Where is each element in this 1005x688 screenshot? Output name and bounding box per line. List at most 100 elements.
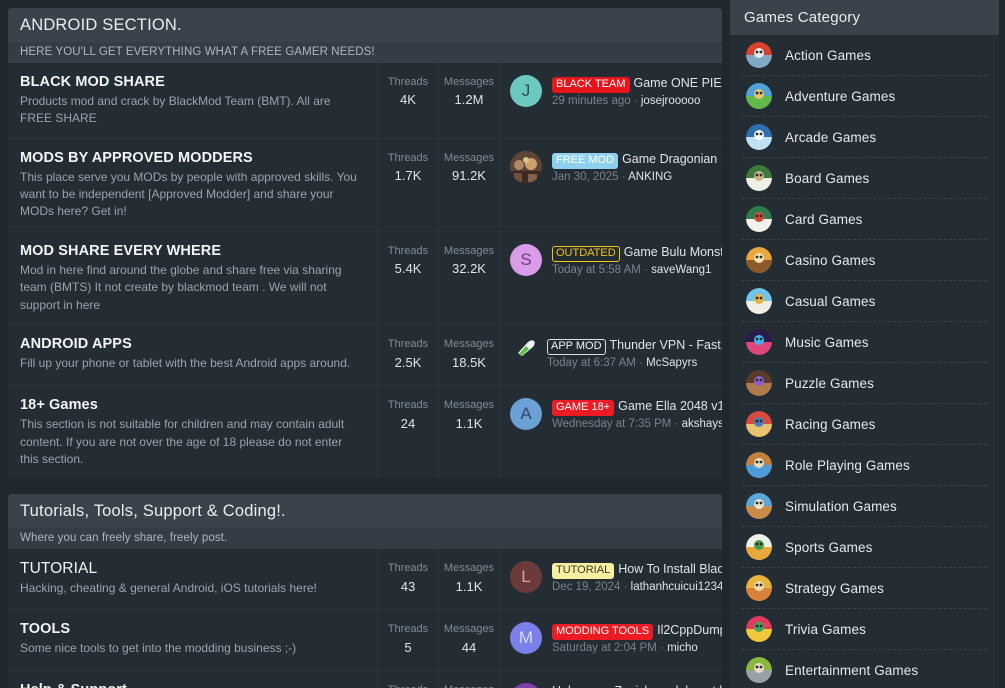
post-author-link[interactable]: micho [667, 642, 698, 654]
threads-label: Threads [387, 399, 429, 412]
threads-stat: Threads322 [378, 671, 439, 688]
messages-stat: Messages1.1K [439, 671, 500, 688]
thread-title-link[interactable]: How To Install Black R… [618, 562, 722, 576]
forum-title-link[interactable]: 18+ Games [20, 396, 361, 414]
meta-separator: · [620, 581, 631, 594]
avatar[interactable]: K [510, 683, 542, 688]
latest-post-title-line: OUTDATED Game Bulu Monster v… [552, 243, 722, 262]
role-playing-games-icon [746, 452, 772, 478]
post-author-link[interactable]: akshayssjba [682, 418, 722, 430]
sidebar-item-music-games[interactable]: Music Games [742, 322, 987, 363]
sidebar-item-card-games[interactable]: Card Games [742, 199, 987, 240]
sidebar-item-entertainment-games[interactable]: Entertainment Games [742, 650, 987, 688]
forum-title-link[interactable]: ANDROID APPS [20, 335, 361, 353]
adventure-games-icon-art [746, 83, 772, 109]
thread-title-link[interactable]: Game Bulu Monster v… [624, 245, 722, 259]
thread-title-link[interactable]: Thunder VPN - Fast, Sa… [610, 338, 722, 352]
thread-title-link[interactable]: Game Dragonian : Ho… [622, 152, 722, 166]
thread-title-link[interactable]: Il2CppDumper … [657, 623, 722, 637]
thread-prefix-badge[interactable]: GAME 18+ [552, 400, 615, 417]
post-author-link[interactable]: lathanhcuicui1234567 [631, 581, 722, 593]
sidebar-item-action-games[interactable]: Action Games [742, 35, 987, 76]
music-games-icon [746, 329, 772, 355]
forum-section: ANDROID SECTION. HERE YOU'LL GET EVERYTHI… [8, 8, 723, 479]
forum-title-link[interactable]: BLACK MOD SHARE [20, 73, 361, 91]
threads-label: Threads [378, 682, 438, 688]
sidebar-item-label: Music Games [785, 334, 869, 350]
messages-stat: Messages 1.2M [439, 62, 500, 138]
music-games-icon-art [746, 329, 772, 355]
sidebar-item-arcade-games[interactable]: Arcade Games [742, 117, 987, 158]
sidebar-item-label: Adventure Games [785, 88, 896, 104]
thread-prefix-badge[interactable]: APP MOD [547, 339, 606, 356]
latest-post: LTUTORIALHow To Install Black R…Dec 19, … [500, 549, 722, 609]
threads-stat: Threads 2.5K [378, 325, 439, 386]
avatar[interactable]: M [510, 622, 542, 655]
sidebar-item-casino-games[interactable]: Casino Games [742, 240, 987, 281]
sidebar-item-label: Action Games [785, 47, 871, 63]
avatar[interactable] [515, 337, 537, 359]
post-time[interactable]: Wednesday at 7:35 PM [552, 418, 671, 430]
forum-title-link[interactable]: Help & Support [20, 681, 361, 688]
threads-label: Threads [387, 151, 429, 164]
forum-title-link[interactable]: MOD SHARE EVERY WHERE [20, 242, 361, 260]
thread-prefix-badge[interactable]: BLACK TEAM [552, 76, 630, 93]
sidebar-item-strategy-games[interactable]: Strategy Games [742, 568, 987, 609]
post-author-link[interactable]: ANKING [628, 171, 672, 183]
post-time[interactable]: Today at 5:58 AM [552, 264, 641, 276]
messages-label: Messages [443, 151, 495, 164]
meta-separator: · [635, 357, 647, 370]
forum-row: 18+ Games This section is not suitable fo… [8, 386, 722, 479]
threads-value: 43 [400, 578, 416, 594]
sidebar-item-racing-games[interactable]: Racing Games [742, 404, 987, 445]
thread-prefix-badge[interactable]: TUTORIAL [552, 563, 615, 580]
sidebar-item-label: Puzzle Games [785, 375, 874, 391]
sidebar-item-sports-games[interactable]: Sports Games [742, 527, 987, 568]
thread-title-link[interactable]: Game Ella 2048 v1.1.9 … [618, 399, 722, 413]
post-author-link[interactable]: McSapyrs [646, 357, 697, 369]
threads-stat: Threads 43 [378, 549, 439, 610]
thread-prefix-badge[interactable]: OUTDATED [552, 245, 620, 262]
avatar[interactable]: A [510, 398, 542, 431]
adventure-games-icon [746, 83, 772, 109]
latest-post-title-line: TUTORIALHow To Install Black R… [552, 560, 722, 580]
forum-description: Fill up your phone or tablet with the be… [20, 356, 351, 371]
post-author-link[interactable]: josejrooooo [641, 95, 700, 107]
avatar[interactable]: J [510, 74, 542, 107]
avatar[interactable]: L [510, 561, 542, 594]
post-time[interactable]: Dec 19, 2024 [552, 581, 620, 593]
sidebar-item-label: Strategy Games [785, 580, 884, 596]
sidebar-item-puzzle-games[interactable]: Puzzle Games [742, 363, 987, 404]
latest-post-meta: Saturday at 2:04 PM · micho [552, 640, 722, 657]
sidebar-item-role-playing-games[interactable]: Role Playing Games [742, 445, 987, 486]
role-playing-games-icon-art [746, 452, 772, 478]
section-header[interactable]: ANDROID SECTION. [8, 8, 722, 42]
threads-stat: Threads 5.4K [378, 231, 439, 325]
avatar-initial: S [520, 249, 532, 269]
post-time[interactable]: 29 minutes ago [552, 95, 631, 107]
sidebar-item-simulation-games[interactable]: Simulation Games [742, 486, 987, 527]
app-icon [518, 340, 535, 357]
post-time[interactable]: Jan 30, 2025 [552, 171, 619, 183]
thread-prefix-badge[interactable]: MODDING TOOLS [552, 624, 654, 641]
section-header[interactable]: Tutorials, Tools, Support & Coding!. [8, 494, 722, 529]
thread-prefix-badge[interactable]: FREE MOD [552, 152, 619, 169]
sidebar-item-trivia-games[interactable]: Trivia Games [742, 609, 987, 650]
thread-title-link[interactable]: Game ONE PIECE T… [634, 76, 723, 90]
thread-title-link[interactable]: Help error: Zygisk module not loa… [552, 684, 722, 688]
forum-rows: BLACK MOD SHARE Products mod and crack by… [8, 62, 723, 479]
post-time[interactable]: Saturday at 2:04 PM [552, 642, 657, 654]
avatar[interactable] [510, 150, 542, 183]
avatar[interactable]: S [510, 243, 542, 276]
card-games-icon [746, 206, 772, 232]
action-games-icon [746, 42, 772, 68]
section-title: Tutorials, Tools, Support & Coding!. [20, 502, 286, 521]
sidebar-item-adventure-games[interactable]: Adventure Games [742, 76, 987, 117]
post-time[interactable]: Today at 6:37 AM [547, 357, 636, 369]
sidebar-item-casual-games[interactable]: Casual Games [742, 281, 987, 322]
post-author-link[interactable]: saveWang1 [651, 264, 711, 276]
forum-title-link[interactable]: TOOLS [20, 620, 361, 638]
sidebar-item-board-games[interactable]: Board Games [742, 158, 987, 199]
forum-title-link[interactable]: MODS BY APPROVED MODDERS [20, 149, 361, 167]
forum-title-link[interactable]: TUTORIAL [20, 559, 361, 578]
